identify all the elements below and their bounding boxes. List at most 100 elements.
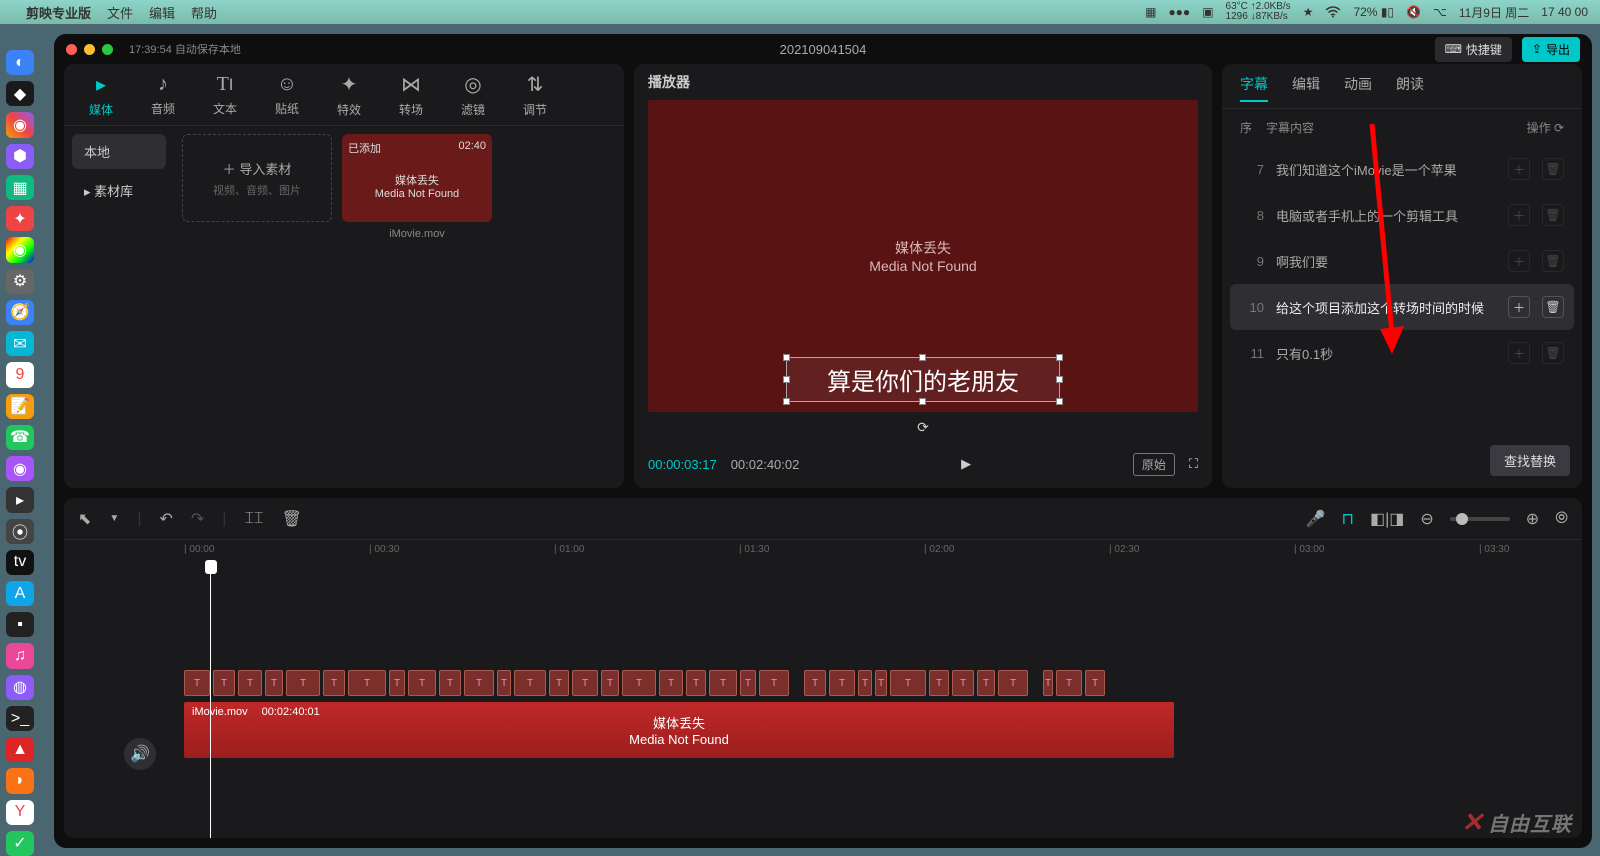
menu-edit[interactable]: 编辑 [149,3,175,22]
subtitle-chip[interactable]: T [977,670,995,696]
dock-icon[interactable]: ◍ [6,675,34,700]
redo-button[interactable]: ↷ [191,509,204,529]
add-icon[interactable]: ＋ [1508,250,1530,272]
delete-icon[interactable]: 🗑 [1542,204,1564,226]
dock-icon[interactable]: ◗ [6,768,34,793]
dock-icon[interactable]: ◆ [6,81,34,106]
sync-icon[interactable]: ⟳ [917,419,929,436]
dock-icon[interactable]: ◐ [6,50,34,75]
delete-icon[interactable]: 🗑 [1542,158,1564,180]
subtitle-chip[interactable]: T [286,670,320,696]
subtitle-chip[interactable]: T [929,670,949,696]
menu-help[interactable]: 帮助 [191,3,217,22]
subtitle-chip[interactable]: T [323,670,345,696]
resize-handle[interactable] [919,398,926,405]
subtitle-chip[interactable]: T [858,670,872,696]
add-icon[interactable]: ＋ [1508,158,1530,180]
window-minimize-button[interactable] [84,44,95,55]
menu-file[interactable]: 文件 [107,3,133,22]
subtitle-row[interactable]: 10给这个项目添加这个转场时间的时候＋🗑 [1230,284,1574,330]
subtitle-chip[interactable]: T [572,670,598,696]
status-wifi-icon[interactable] [1325,6,1341,18]
play-button[interactable]: ▶ [961,456,971,472]
tab-transition[interactable]: ⋈转场 [386,72,436,118]
tab-read[interactable]: 朗读 [1396,74,1424,102]
dock-icon[interactable]: ☎ [6,425,34,450]
dock-icon[interactable]: 🧭 [6,300,34,325]
dock-icon[interactable]: ▲ [6,737,34,762]
subtitle-chip[interactable]: T [952,670,974,696]
dock-icon[interactable]: ◉ [6,112,34,137]
dock-icon[interactable]: Y [6,800,34,825]
clip-card[interactable]: 已添加02:40 媒体丢失Media Not Found iMovie.mov [342,134,492,240]
delete-tool[interactable]: 🗑 [282,509,302,529]
window-maximize-button[interactable] [102,44,113,55]
subtitle-chip[interactable]: T [348,670,386,696]
status-mute-icon[interactable]: 🔇 [1406,5,1421,19]
tab-animation[interactable]: 动画 [1344,74,1372,102]
timeline-body[interactable]: TTTTTTTTTTTTTTTTTTTTTTTTTTTTTTTTTT iMovi… [64,562,1582,838]
subtitle-chip[interactable]: T [464,670,494,696]
subtitle-chip[interactable]: T [238,670,262,696]
subtitle-chip[interactable]: T [265,670,283,696]
tab-sticker[interactable]: ☺贴纸 [262,73,312,117]
subtitle-chip[interactable]: T [829,670,855,696]
resize-handle[interactable] [1056,376,1063,383]
status-control-icon[interactable]: ⌥ [1433,5,1447,19]
subtitle-chip[interactable]: T [389,670,405,696]
window-close-button[interactable] [66,44,77,55]
dock-icon[interactable]: ▪ [6,612,34,637]
dock-icon[interactable]: ⦿ [6,519,34,544]
tab-text[interactable]: TI文本 [200,73,250,117]
subtitle-chip[interactable]: T [549,670,569,696]
playhead[interactable] [210,562,211,838]
dock-icon[interactable]: ⬢ [6,144,34,169]
tab-adjust[interactable]: ⇅调节 [510,72,560,118]
subtitle-row[interactable]: 7我们知道这个iMovie是一个苹果＋🗑 [1230,146,1574,192]
subtitle-row[interactable]: 9啊我们要＋🗑 [1230,238,1574,284]
add-icon[interactable]: ＋ [1508,296,1530,318]
zoom-in-icon[interactable]: ⊕ [1526,509,1539,529]
resize-handle[interactable] [919,354,926,361]
tab-edit[interactable]: 编辑 [1292,74,1320,102]
dock-icon[interactable]: ⚙ [6,269,34,294]
ratio-button[interactable]: 原始 [1133,453,1175,476]
subtitle-row[interactable]: 11只有0.1秒＋🗑 [1230,330,1574,376]
subtitle-chip[interactable]: T [875,670,887,696]
dock-icon[interactable]: 📝 [6,394,34,419]
delete-icon[interactable]: 🗑 [1542,296,1564,318]
subtitle-chip[interactable]: T [759,670,789,696]
add-icon[interactable]: ＋ [1508,342,1530,364]
subtitle-chip[interactable]: T [622,670,656,696]
select-tool[interactable]: ⬉ [78,509,91,529]
subtitle-chip[interactable]: T [804,670,826,696]
subtitle-chip[interactable]: T [439,670,461,696]
resize-handle[interactable] [783,398,790,405]
undo-button[interactable]: ↶ [159,509,172,529]
dock-icon[interactable]: ✉ [6,331,34,356]
resize-handle[interactable] [1056,398,1063,405]
tab-audio[interactable]: ♪音频 [138,73,188,117]
subtitle-chip[interactable]: T [890,670,926,696]
resize-handle[interactable] [783,376,790,383]
dock-icon[interactable]: ✦ [6,206,34,231]
dock-icon[interactable]: ♫ [6,643,34,668]
timeline-ruler[interactable]: | 00:00 | 00:30 | 01:00 | 01:30 | 02:00 … [64,540,1582,562]
subtitle-chip[interactable]: T [408,670,436,696]
delete-icon[interactable]: 🗑 [1542,342,1564,364]
tab-subtitle[interactable]: 字幕 [1240,74,1268,102]
zoom-out-icon[interactable]: ⊖ [1420,509,1433,529]
find-replace-button[interactable]: 查找替换 [1490,445,1570,476]
mic-icon[interactable]: 🎤 [1306,509,1326,529]
export-button[interactable]: ⇪导出 [1522,37,1580,62]
subtitle-chip[interactable]: T [184,670,210,696]
tab-media[interactable]: ▸媒体 [76,72,126,118]
subtitle-chip[interactable]: T [1056,670,1082,696]
dock-icon[interactable]: 9 [6,362,34,387]
dock-icon[interactable]: A [6,581,34,606]
dock-icon[interactable]: ◉ [6,237,34,262]
dock-icon[interactable]: ✓ [6,831,34,856]
tab-filter[interactable]: ◎滤镜 [448,72,498,118]
dock-icon[interactable]: ▦ [6,175,34,200]
subtitle-chip[interactable]: T [998,670,1028,696]
